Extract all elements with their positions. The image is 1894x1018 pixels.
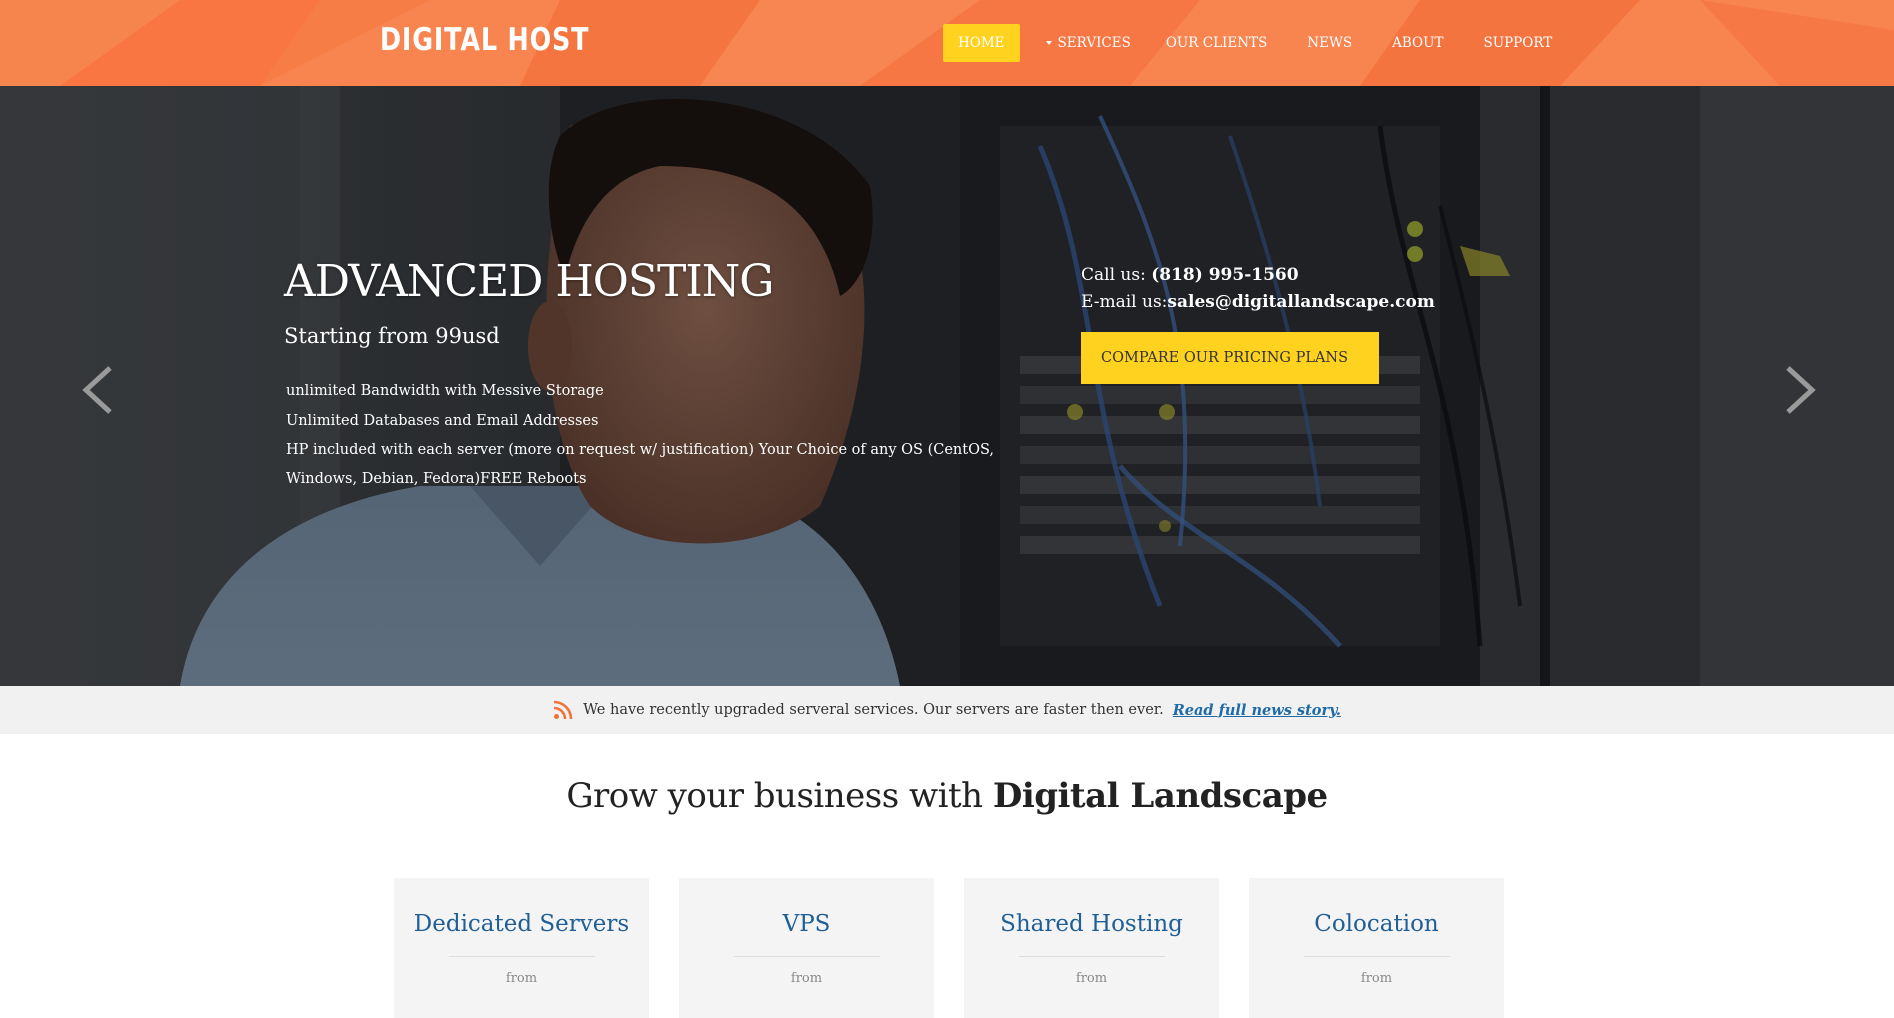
nav-about[interactable]: ABOUT <box>1392 35 1443 51</box>
nav-our-clients-label: OUR CLIENTS <box>1165 35 1268 51</box>
phone-line: Call us: (818) 995-1560 <box>1081 262 1435 289</box>
card-dedicated-servers[interactable]: Dedicated Servers from <box>394 878 649 1018</box>
card-from-label: from <box>1360 971 1393 986</box>
section-title: Grow your business with Digital Landscap… <box>0 776 1894 816</box>
hero-slider: ADVANCED HOSTING Starting from 99usd unl… <box>0 86 1894 686</box>
chevron-left-icon[interactable] <box>78 362 118 418</box>
email-address[interactable]: sales@digitallandscape.com <box>1167 292 1434 312</box>
nav-about-label: ABOUT <box>1392 35 1444 51</box>
card-from-label: from <box>505 971 538 986</box>
card-shared-hosting[interactable]: Shared Hosting from <box>964 878 1219 1018</box>
feature-item: Unlimited Databases and Email Addresses <box>286 413 599 429</box>
caret-down-icon <box>1045 41 1052 45</box>
section-title-plain: Grow your business with <box>566 776 993 816</box>
nav-services-label: SERVICES <box>1057 35 1131 51</box>
nav-news[interactable]: NEWS <box>1307 35 1352 51</box>
site-logo[interactable]: DIGITAL HOST <box>380 22 589 58</box>
nav-our-clients[interactable]: OUR CLIENTS <box>1166 35 1267 51</box>
card-vps[interactable]: VPS from <box>679 878 934 1018</box>
card-colocation[interactable]: Colocation from <box>1249 878 1504 1018</box>
section-title-brand: Digital Landscape <box>992 776 1328 816</box>
card-from-label: from <box>1075 971 1108 986</box>
compare-pricing-label: COMPARE OUR PRICING PLANS <box>1101 350 1349 366</box>
site-header: DIGITAL HOST HOME SERVICES OUR CLIENTS N… <box>0 0 1894 86</box>
nav-services[interactable]: SERVICES <box>1045 35 1131 51</box>
compare-pricing-button[interactable]: COMPARE OUR PRICING PLANS <box>1081 332 1379 384</box>
card-title: VPS <box>782 911 831 937</box>
chevron-right-icon[interactable] <box>1780 362 1820 418</box>
read-news-link[interactable]: Read full news story. <box>1173 702 1341 719</box>
contact-info: Call us: (818) 995-1560 E-mail us:sales@… <box>1081 262 1435 316</box>
hero-subtitle: Starting from 99usd <box>284 324 500 348</box>
card-title: Colocation <box>1314 911 1439 937</box>
email-line: E-mail us:sales@digitallandscape.com <box>1081 289 1435 316</box>
nav-news-label: NEWS <box>1307 35 1353 51</box>
phone-number[interactable]: (818) 995-1560 <box>1151 265 1298 285</box>
main-nav: HOME SERVICES OUR CLIENTS NEWS ABOUT SUP… <box>943 24 1552 62</box>
service-cards: Dedicated Servers from VPS from Shared H… <box>394 878 1504 1018</box>
phone-label: Call us: <box>1081 265 1152 285</box>
email-label: E-mail us: <box>1081 292 1168 312</box>
feature-item: unlimited Bandwidth with Messive Storage <box>286 383 604 399</box>
feature-item: HP included with each server (more on re… <box>286 442 994 487</box>
nav-home-label: HOME <box>958 35 1005 51</box>
rss-icon <box>553 700 573 720</box>
nav-home[interactable]: HOME <box>943 24 1020 62</box>
hero-title: ADVANCED HOSTING <box>284 256 774 307</box>
card-title: Dedicated Servers <box>413 911 630 937</box>
card-from-label: from <box>790 971 823 986</box>
news-text: We have recently upgraded serveral servi… <box>583 702 1164 718</box>
news-bar: We have recently upgraded serveral servi… <box>0 686 1894 734</box>
nav-support[interactable]: SUPPORT <box>1483 35 1552 51</box>
card-title: Shared Hosting <box>1000 911 1183 937</box>
hero-feature-list: unlimited Bandwidth with Messive Storage… <box>286 376 1046 494</box>
nav-support-label: SUPPORT <box>1483 35 1553 51</box>
